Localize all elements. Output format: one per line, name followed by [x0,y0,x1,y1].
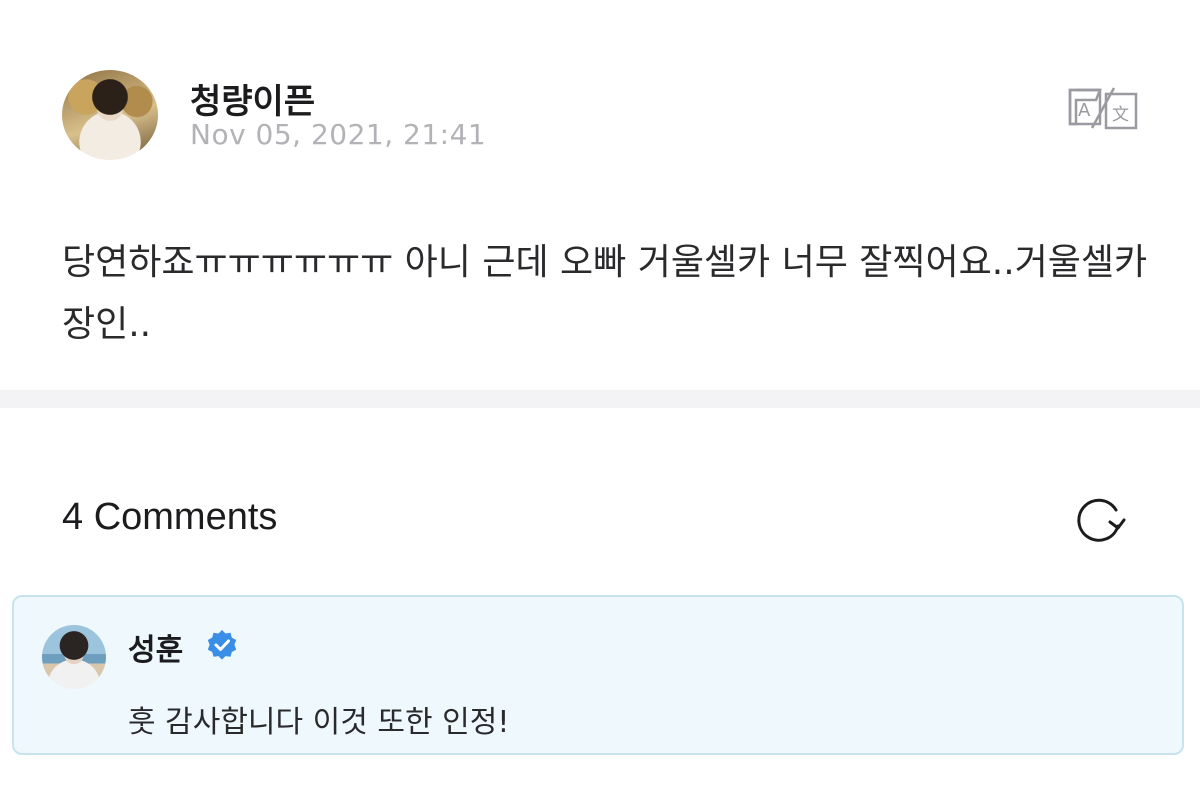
author-avatar[interactable] [62,70,158,160]
author-name[interactable]: 청량이픈 [190,74,315,123]
comment-card[interactable]: 성훈 훗 감사합니다 이것 또한 인정! [12,595,1184,755]
commenter-avatar[interactable] [42,625,106,689]
translate-button[interactable]: A 文 [1066,84,1140,134]
translate-icon: A 文 [1068,87,1138,130]
svg-text:文: 文 [1112,105,1129,125]
comment-text: 훗 감사합니다 이것 또한 인정! [128,705,510,740]
post-body: 당연하죠ㅠㅠㅠㅠㅠㅠ 아니 근데 오빠 거울셀카 너무 잘찍어요..거울셀카 장… [62,242,1148,345]
comments-count: 4 Comments [62,496,278,538]
post-date: Nov 05, 2021, 21:41 [190,118,487,151]
post-header: 청량이픈 Nov 05, 2021, 21:41 A 文 [62,70,1142,162]
verified-badge-icon [207,630,237,660]
refresh-icon [1077,498,1126,542]
svg-text:A: A [1078,100,1091,121]
refresh-button[interactable] [1072,492,1128,548]
comment-author[interactable]: 성훈 [128,625,183,669]
section-divider [0,390,1200,408]
